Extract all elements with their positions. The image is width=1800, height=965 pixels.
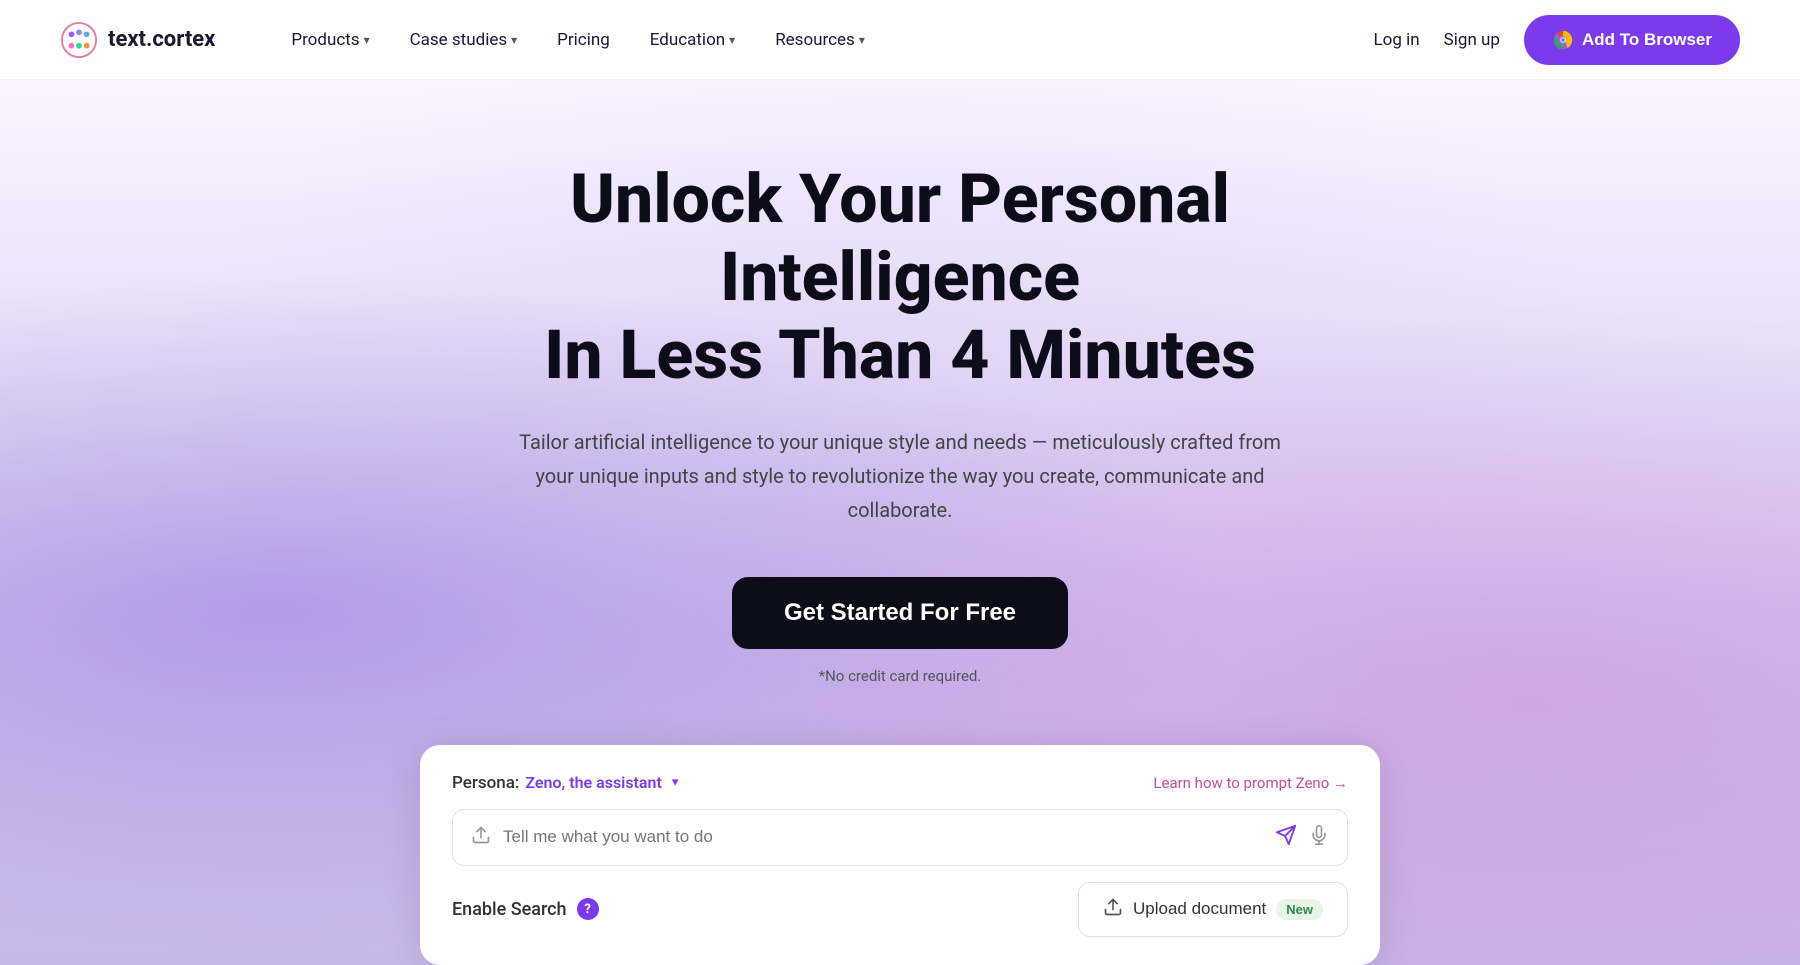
send-icon[interactable]: [1275, 824, 1297, 851]
logo-icon: [60, 21, 98, 59]
chevron-down-icon: ▾: [859, 33, 865, 47]
upload-doc-icon: [1103, 897, 1123, 922]
logo-link[interactable]: text.cortex: [60, 21, 215, 59]
signup-button[interactable]: Sign up: [1444, 30, 1500, 50]
hero-subtitle: Tailor artificial intelligence to your u…: [500, 425, 1300, 527]
no-credit-text: *No credit card required.: [819, 667, 982, 685]
chrome-icon: [1552, 29, 1574, 51]
nav-links: Products ▾ Case studies ▾ Pricing Educat…: [275, 22, 1373, 58]
hero-title: Unlock Your Personal Intelligence In Les…: [400, 160, 1400, 395]
get-started-button[interactable]: Get Started For Free: [732, 577, 1068, 649]
chat-bottom-row: Enable Search ? Upload document New: [452, 882, 1348, 937]
nav-item-pricing[interactable]: Pricing: [541, 22, 626, 58]
navigation: text.cortex Products ▾ Case studies ▾ Pr…: [0, 0, 1800, 80]
learn-to-prompt-link[interactable]: Learn how to prompt Zeno →: [1153, 774, 1348, 792]
hero-content: Unlock Your Personal Intelligence In Les…: [400, 160, 1400, 735]
nav-item-education[interactable]: Education ▾: [634, 22, 751, 58]
nav-item-products[interactable]: Products ▾: [275, 22, 385, 58]
nav-right: Log in Sign up Add To Browser: [1374, 15, 1740, 65]
persona-chevron-icon: ▾: [672, 775, 679, 790]
persona-selector[interactable]: Persona: Zeno, the assistant ▾: [452, 773, 678, 793]
new-badge: New: [1276, 899, 1323, 920]
logo-text: text.cortex: [108, 27, 215, 52]
help-icon[interactable]: ?: [577, 898, 599, 920]
enable-search-toggle[interactable]: Enable Search ?: [452, 898, 599, 920]
chat-input-row: [452, 809, 1348, 866]
chat-input[interactable]: [503, 827, 1263, 847]
upload-icon[interactable]: [471, 825, 491, 850]
nav-item-case-studies[interactable]: Case studies ▾: [394, 22, 534, 58]
nav-item-resources[interactable]: Resources ▾: [759, 22, 881, 58]
upload-document-button[interactable]: Upload document New: [1078, 882, 1348, 937]
hero-section: Unlock Your Personal Intelligence In Les…: [0, 80, 1800, 965]
chevron-down-icon: ▾: [364, 33, 370, 47]
chevron-down-icon: ▾: [511, 33, 517, 47]
add-to-browser-button[interactable]: Add To Browser: [1524, 15, 1740, 65]
microphone-icon[interactable]: [1309, 825, 1329, 850]
login-button[interactable]: Log in: [1374, 30, 1420, 50]
persona-row: Persona: Zeno, the assistant ▾ Learn how…: [452, 773, 1348, 793]
chevron-down-icon: ▾: [729, 33, 735, 47]
chat-box: Persona: Zeno, the assistant ▾ Learn how…: [420, 745, 1380, 965]
